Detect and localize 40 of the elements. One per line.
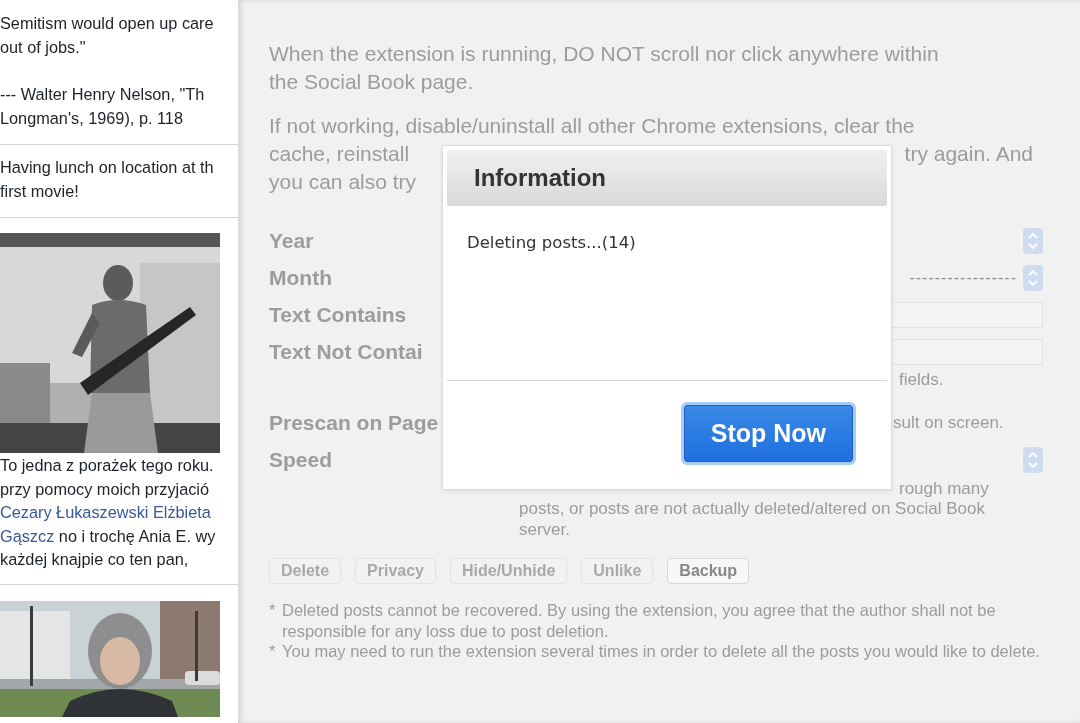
post-text-line: --- Walter Henry Nelson, "Th [0,84,206,105]
stop-button[interactable]: Stop Now [683,404,853,462]
hint-text: fields. [899,370,944,389]
hint-text: rough many [899,478,989,498]
post-text-line: Cezary Łukaszewski Elżbieta [0,502,212,523]
status-message: Deleting posts...(14) [467,233,636,252]
post-text-line: przy pomocy moich przyjació [0,478,210,500]
post-text-line: out of jobs." [0,36,87,58]
stepper-icon [1023,227,1043,254]
bullet-mark: * [269,641,277,662]
hint-text: posts, or posts are not actually deleted/altered on Social Book [519,499,985,518]
field-label: Speed [269,448,333,471]
post-text-line: Semitism would open up care [0,13,215,34]
hint-text: sult on screen. [893,413,1004,432]
stepper-icon [1023,447,1043,473]
instruction-text: you can also try [269,169,417,195]
hint-text: server. [519,519,571,539]
action-button[interactable]: Backup [667,558,750,584]
post-text-line: Having lunch on location at th [0,157,215,178]
post-text-line: Longman's, 1969), p. 118 [0,107,184,129]
field-label: Month [269,265,332,289]
field-label: Text Not Contai [269,339,423,363]
field-label: Text Contains [269,302,407,326]
select-field[interactable]: ----------------- [880,265,1043,290]
instruction-text: try again. And [904,141,1033,167]
field-label: Prescan on Page [269,411,439,434]
post-text-line: first movie! [0,180,80,202]
instruction-text: If not working, disable/uninstall all other Chrome extensions, clear the [269,113,915,139]
bullet-mark: * [269,600,277,621]
instruction-text: When the extension is running, DO NOT scroll nor click anywhere within [269,41,940,67]
field-label: Year [269,228,314,252]
post-text-line: To jedna z porażek tego roku. [0,455,215,476]
stepper-icon [1023,264,1043,291]
note-text: Deleted posts cannot be recovered. By using the extension, you agree that the author shall not be responsible for any loss due to post deletion. [282,600,997,641]
instruction-text: cache, reinstall [269,141,410,167]
instruction-text: the Social Book page. [269,69,475,95]
note-text: You may need to run the extension several times in order to delete all the posts you would like to delete. [282,641,1041,662]
post-text-line: Gąszcz no i trochę Ania E. wy [0,525,217,547]
dialog-title: Information [447,150,887,206]
post-text-line: każdej knajpie co ten pan, [0,549,190,570]
